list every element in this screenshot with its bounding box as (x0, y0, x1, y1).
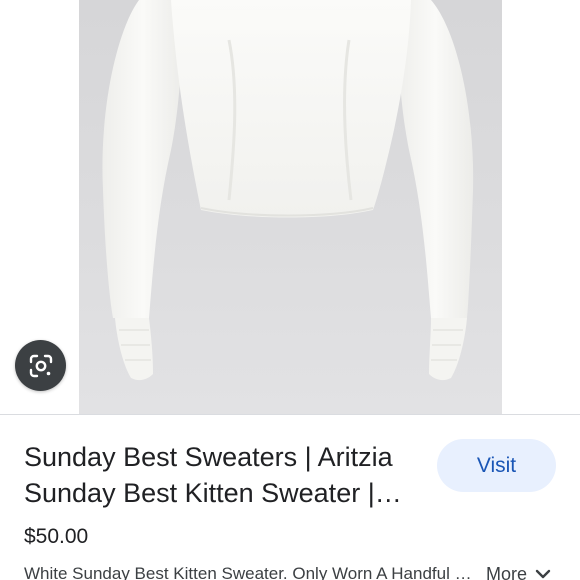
google-lens-icon (27, 352, 55, 380)
description-row: White Sunday Best Kitten Sweater. Only W… (24, 562, 564, 580)
visit-button[interactable]: Visit (437, 439, 556, 492)
divider (0, 414, 580, 415)
sweater-illustration (102, 0, 474, 381)
product-image[interactable] (79, 0, 502, 414)
image-viewer (0, 0, 580, 414)
chevron-down-icon (535, 568, 551, 580)
google-lens-button[interactable] (15, 340, 66, 391)
more-label: More (486, 563, 528, 580)
result-title[interactable]: Sunday Best Sweaters | Aritzia Sunday Be… (24, 439, 424, 511)
more-button[interactable]: More (486, 564, 551, 580)
product-price: $50.00 (24, 525, 89, 548)
product-description: White Sunday Best Kitten Sweater. Only W… (24, 564, 476, 580)
